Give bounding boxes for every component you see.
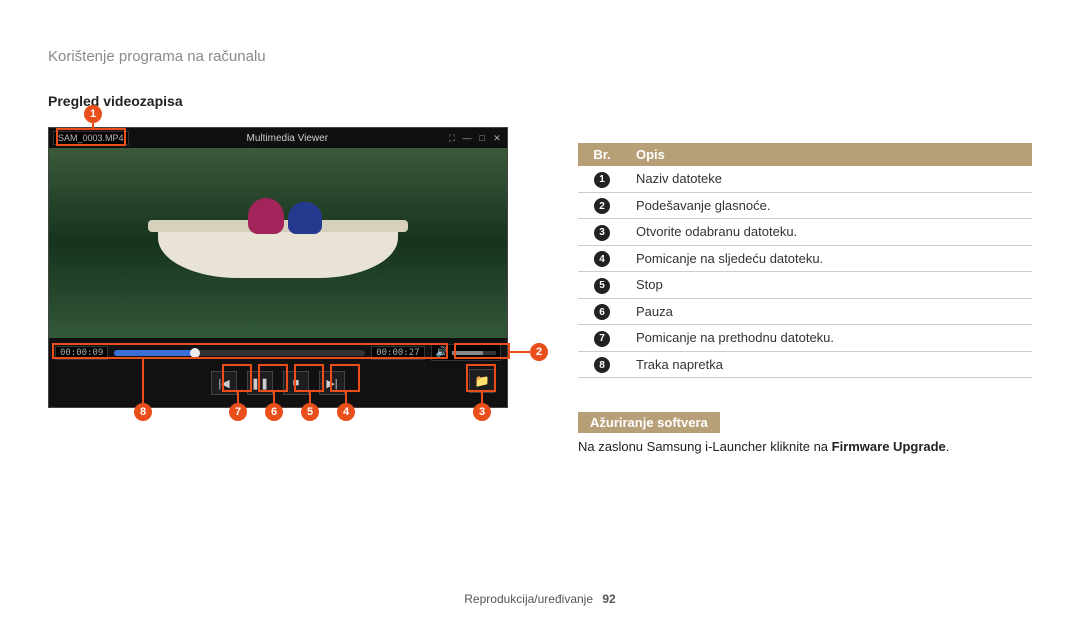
fullscreen-icon[interactable]: ⛶ bbox=[446, 132, 458, 144]
next-button[interactable]: ▶| bbox=[319, 371, 345, 395]
video-player-window: SAM_0003.MP4 Multimedia Viewer ⛶ — □ ✕ bbox=[48, 127, 508, 408]
callout-4: 4 bbox=[337, 403, 355, 421]
callout-7: 7 bbox=[229, 403, 247, 421]
callout-1: 1 bbox=[84, 105, 102, 123]
footer-page-number: 92 bbox=[602, 592, 615, 606]
update-text-bold: Firmware Upgrade bbox=[832, 439, 946, 454]
player-filename: SAM_0003.MP4 bbox=[53, 131, 129, 145]
table-row: 7 Pomicanje na prethodnu datoteku. bbox=[578, 325, 1032, 352]
time-total: 00:00:27 bbox=[371, 346, 424, 360]
row-desc: Naziv datoteke bbox=[626, 166, 1032, 192]
table-row: 6 Pauza bbox=[578, 298, 1032, 325]
update-heading: Ažuriranje softvera bbox=[578, 412, 720, 433]
row-desc: Stop bbox=[626, 272, 1032, 299]
th-number: Br. bbox=[578, 143, 626, 166]
update-text: Na zaslonu Samsung i-Launcher kliknite n… bbox=[578, 439, 1032, 454]
row-desc: Pomicanje na sljedeću datoteku. bbox=[626, 245, 1032, 272]
stop-button[interactable]: ■ bbox=[283, 371, 309, 395]
table-row: 4 Pomicanje na sljedeću datoteku. bbox=[578, 245, 1032, 272]
table-row: 5 Stop bbox=[578, 272, 1032, 299]
table-row: 1 Naziv datoteke bbox=[578, 166, 1032, 192]
row-desc: Podešavanje glasnoće. bbox=[626, 192, 1032, 219]
pause-button[interactable]: ❚❚ bbox=[247, 371, 273, 395]
row-badge: 3 bbox=[594, 225, 610, 241]
callout-8: 8 bbox=[134, 403, 152, 421]
player-titlebar: SAM_0003.MP4 Multimedia Viewer ⛶ — □ ✕ bbox=[49, 128, 507, 148]
callout-2: 2 bbox=[530, 343, 548, 361]
update-text-prefix: Na zaslonu Samsung i-Launcher kliknite n… bbox=[578, 439, 832, 454]
volume-slider[interactable] bbox=[452, 351, 496, 355]
volume-icon: 🔊 bbox=[436, 347, 448, 358]
progress-bar[interactable] bbox=[114, 350, 365, 356]
maximize-icon[interactable]: □ bbox=[476, 132, 488, 144]
open-folder-button[interactable]: 📁 bbox=[469, 369, 495, 393]
row-badge: 2 bbox=[594, 198, 610, 214]
minimize-icon[interactable]: — bbox=[461, 132, 473, 144]
description-table: Br. Opis 1 Naziv datoteke 2 Podešavanje gl… bbox=[578, 143, 1032, 378]
video-player-figure: SAM_0003.MP4 Multimedia Viewer ⛶ — □ ✕ bbox=[48, 127, 518, 408]
volume-control[interactable]: 🔊 bbox=[431, 344, 501, 361]
section-title-video: Pregled videozapisa bbox=[48, 93, 518, 109]
th-desc: Opis bbox=[626, 143, 1032, 166]
table-row: 3 Otvorite odabranu datoteku. bbox=[578, 219, 1032, 246]
footer-section: Reprodukcija/uređivanje bbox=[464, 592, 593, 606]
row-desc: Pauza bbox=[626, 298, 1032, 325]
update-text-suffix: . bbox=[946, 439, 950, 454]
close-icon[interactable]: ✕ bbox=[491, 132, 503, 144]
row-badge: 6 bbox=[594, 304, 610, 320]
row-desc: Otvorite odabranu datoteku. bbox=[626, 219, 1032, 246]
row-badge: 1 bbox=[594, 172, 610, 188]
breadcrumb: Korištenje programa na računalu bbox=[48, 48, 1032, 65]
video-content-boat bbox=[158, 228, 398, 278]
row-desc: Traka napretka bbox=[626, 351, 1032, 378]
callout-5: 5 bbox=[301, 403, 319, 421]
row-badge: 7 bbox=[594, 331, 610, 347]
row-badge: 8 bbox=[594, 357, 610, 373]
row-desc: Pomicanje na prethodnu datoteku. bbox=[626, 325, 1032, 352]
callout-6: 6 bbox=[265, 403, 283, 421]
page-footer: Reprodukcija/uređivanje 92 bbox=[0, 592, 1080, 606]
progress-knob-icon[interactable] bbox=[190, 348, 200, 358]
player-app-title: Multimedia Viewer bbox=[129, 133, 446, 144]
callout-3: 3 bbox=[473, 403, 491, 421]
video-frame bbox=[49, 148, 507, 338]
row-badge: 5 bbox=[594, 278, 610, 294]
table-row: 2 Podešavanje glasnoće. bbox=[578, 192, 1032, 219]
time-current: 00:00:09 bbox=[55, 346, 108, 360]
row-badge: 4 bbox=[594, 251, 610, 267]
table-row: 8 Traka napretka bbox=[578, 351, 1032, 378]
prev-button[interactable]: |◀ bbox=[211, 371, 237, 395]
